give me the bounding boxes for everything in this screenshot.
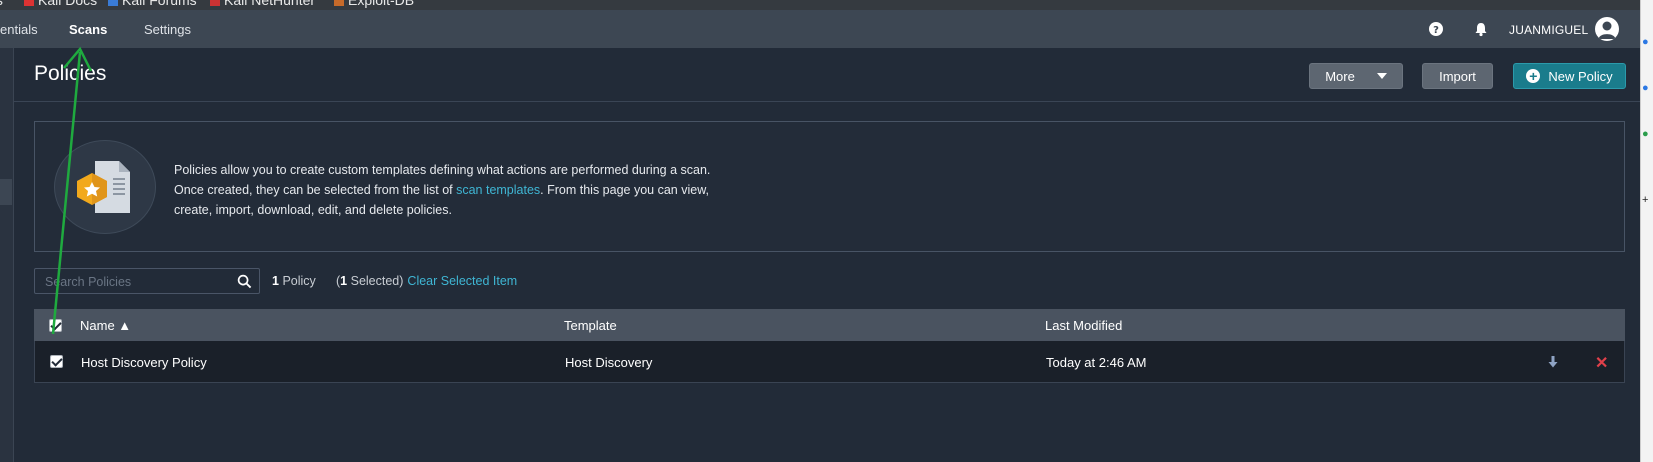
help-icon[interactable]: ? [1428, 21, 1444, 37]
table-row[interactable]: Host Discovery Policy Host Discovery Tod… [34, 341, 1625, 383]
download-icon[interactable] [1547, 355, 1559, 369]
search-policies-field[interactable] [34, 268, 260, 294]
column-name[interactable]: Name ▲ [80, 318, 131, 333]
bookmark-fragment[interactable]: ts [0, 0, 3, 8]
user-icon [1598, 21, 1616, 39]
top-navigation: entials Scans Settings ? JUANMIGUEL [0, 10, 1640, 48]
edge-glyph: + [1642, 194, 1649, 206]
count-number: 1 [272, 274, 279, 288]
row-checkbox[interactable] [50, 355, 63, 368]
avatar[interactable] [1595, 17, 1619, 41]
exploit-db-icon [334, 0, 344, 6]
select-all-checkbox[interactable] [49, 319, 62, 332]
scan-templates-link[interactable]: scan templates [456, 183, 540, 197]
policy-name[interactable]: Host Discovery Policy [81, 355, 207, 370]
sidebar-collapsed [0, 48, 14, 462]
bookmark-label: Exploit-DB [348, 0, 415, 8]
edge-glyph: ● [1642, 82, 1649, 94]
bell-icon[interactable] [1473, 21, 1489, 37]
bookmark-kali-nethunter[interactable]: Kali NetHunter [210, 0, 315, 8]
nav-settings[interactable]: Settings [144, 22, 191, 37]
selected-number: 1 [340, 274, 348, 288]
sidebar-tab[interactable] [0, 179, 12, 205]
description-line-2: Once created, they can be selected from … [174, 180, 794, 200]
clear-selected-link[interactable]: Clear Selected Item [407, 274, 517, 288]
import-button[interactable]: Import [1422, 63, 1493, 89]
username-label[interactable]: JUANMIGUEL [1509, 23, 1588, 37]
policies-info-panel: Policies allow you to create custom temp… [34, 121, 1625, 252]
policy-template: Host Discovery [565, 355, 653, 370]
bookmark-label: Kali Forums [122, 0, 197, 8]
column-template[interactable]: Template [564, 318, 617, 333]
delete-icon[interactable]: ✕ [1595, 353, 1608, 373]
policy-illustration [54, 140, 156, 234]
policies-description: Policies allow you to create custom temp… [174, 160, 794, 220]
bookmark-label: Kali Docs [38, 0, 98, 8]
selected-label: Selected) [350, 274, 404, 288]
more-label: More [1325, 68, 1355, 84]
new-policy-label: New Policy [1548, 68, 1613, 84]
column-last-modified[interactable]: Last Modified [1045, 318, 1122, 333]
bookmark-exploit-db[interactable]: Exploit-DB [334, 0, 414, 8]
kali-docs-icon [24, 0, 34, 6]
bookmark-label: Kali NetHunter [224, 0, 316, 8]
import-label: Import [1439, 68, 1476, 84]
header-divider [14, 101, 1640, 102]
browser-right-edge: ● ● ● + [1640, 0, 1653, 462]
nav-credentials[interactable]: entials [0, 22, 38, 37]
description-text: Once created, they can be selected from … [174, 183, 457, 197]
page-title: Policies [34, 62, 107, 85]
search-input[interactable] [43, 272, 227, 292]
description-line-3: create, import, download, edit, and dele… [174, 203, 452, 217]
policy-last-modified: Today at 2:46 AM [1046, 355, 1147, 370]
bookmark-kali-docs[interactable]: Kali Docs [24, 0, 97, 8]
description-line-1: Policies allow you to create custom temp… [174, 163, 711, 177]
selection-summary: (1 Selected) Clear Selected Item [336, 274, 517, 288]
count-label: Policy [282, 274, 316, 288]
svg-text:?: ? [1433, 25, 1439, 36]
policy-count: 1 Policy [272, 274, 316, 288]
plus-circle-icon: + [1526, 69, 1541, 83]
browser-bookmarks-bar: ts Kali Docs Kali Forums Kali NetHunter … [0, 0, 1640, 10]
bookmark-kali-forums[interactable]: Kali Forums [108, 0, 197, 8]
policy-document-icon [77, 161, 130, 213]
description-text: . From this page you can view, [540, 183, 710, 197]
new-policy-button[interactable]: + New Policy [1513, 63, 1626, 89]
caret-down-icon [1376, 73, 1387, 79]
edge-glyph: ● [1642, 36, 1649, 48]
edge-glyph: ● [1642, 128, 1649, 140]
search-icon[interactable] [237, 274, 252, 289]
more-dropdown-button[interactable]: More [1309, 63, 1403, 89]
nav-scans[interactable]: Scans [69, 22, 107, 37]
policies-table-header: Name ▲ Template Last Modified [34, 309, 1625, 341]
kali-forums-icon [108, 0, 118, 6]
kali-nethunter-icon [210, 0, 220, 6]
